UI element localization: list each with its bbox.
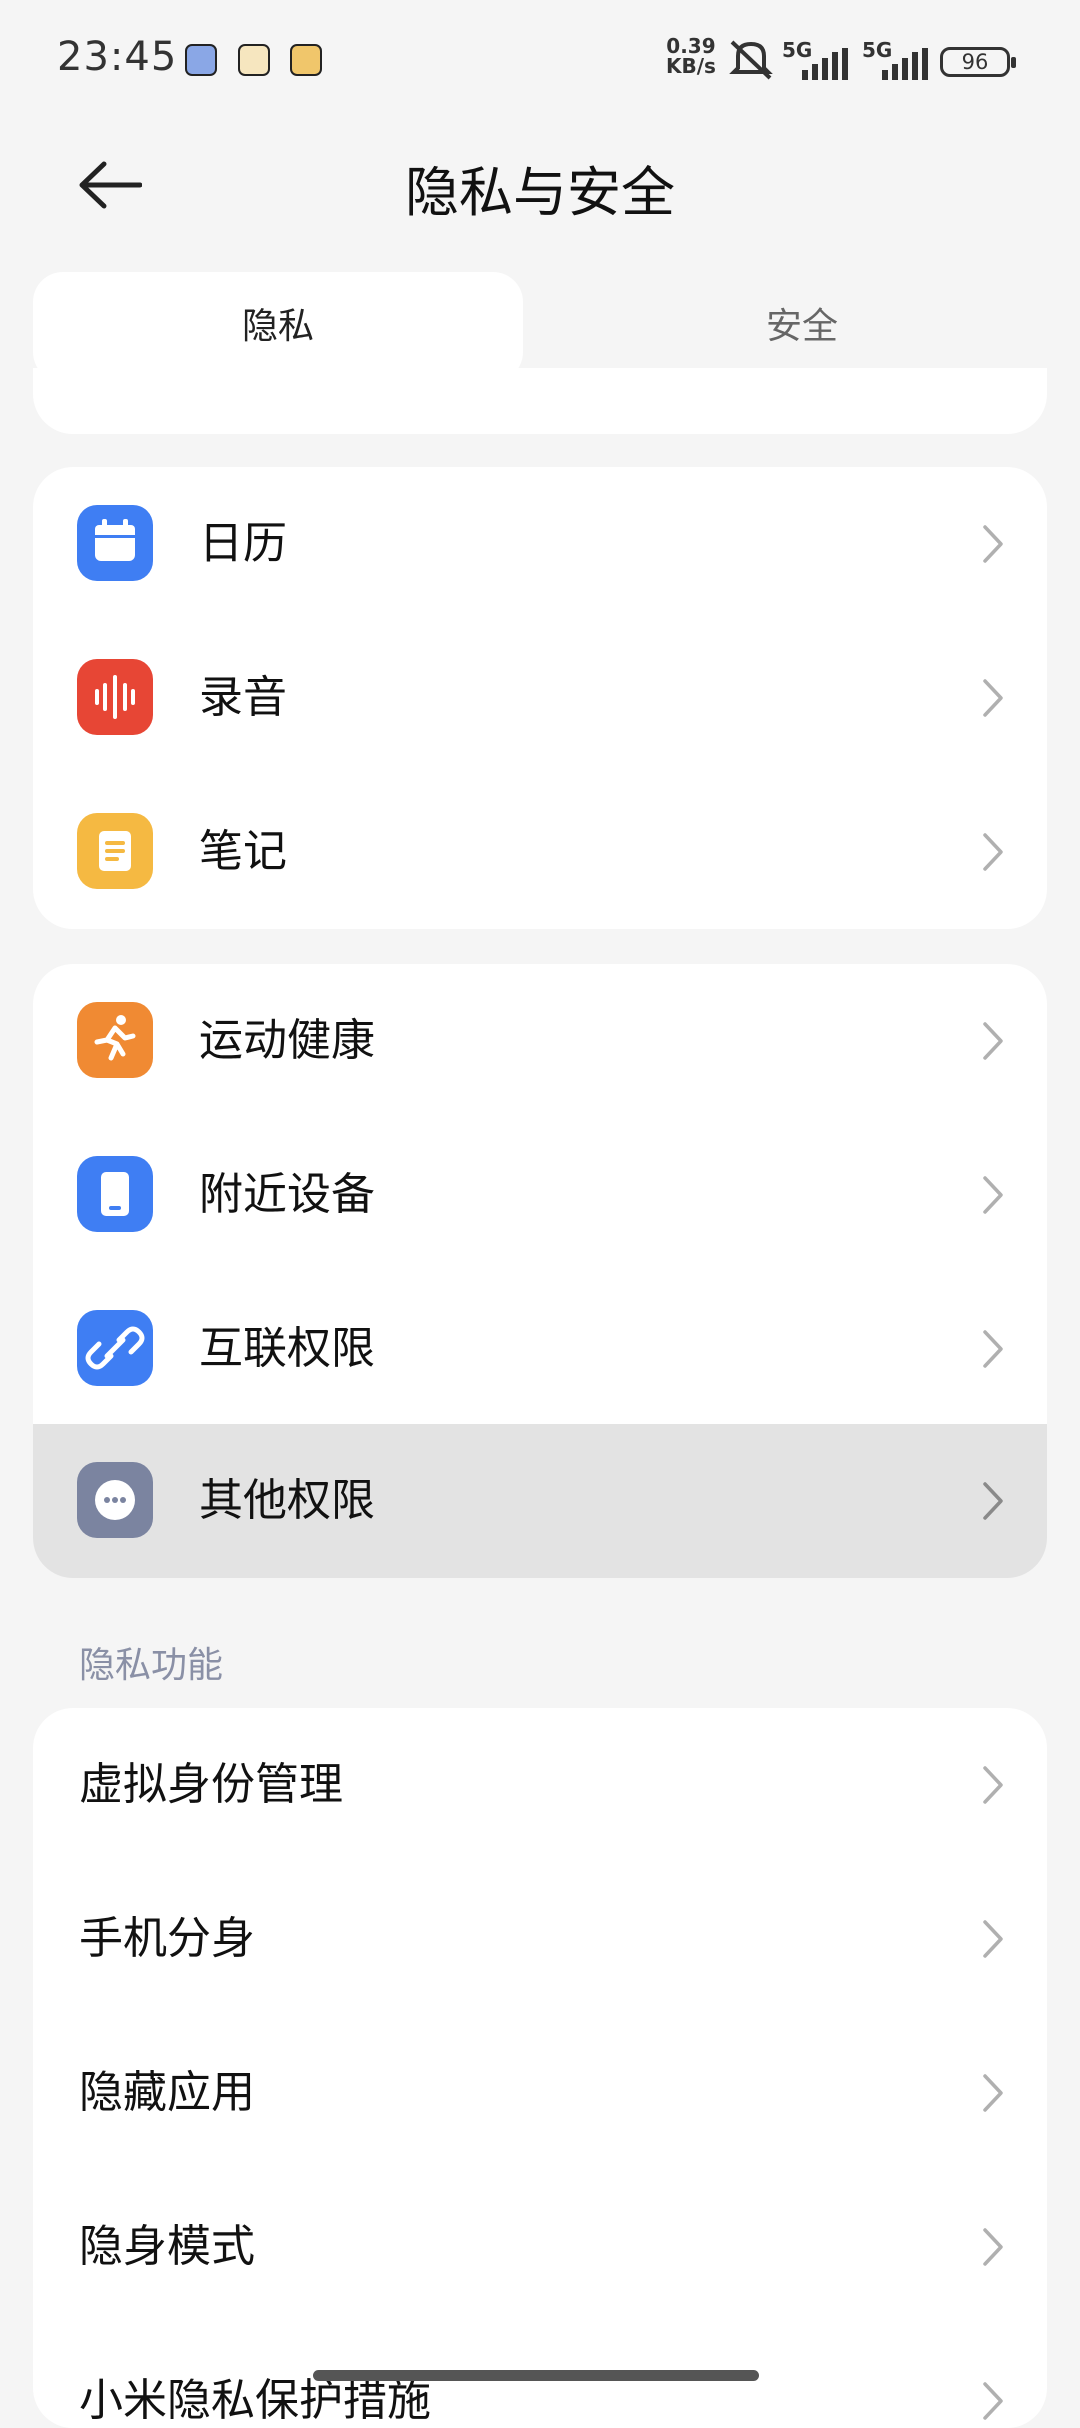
chevron-right-icon: [983, 1330, 1003, 1368]
app-notif-icon-3: [290, 44, 322, 76]
battery-indicator: 96: [940, 47, 1016, 77]
list-item-interconnect[interactable]: 互联权限: [33, 1272, 1047, 1426]
list-item-label: 其他权限: [199, 1475, 375, 1526]
list-item-virtual-identity[interactable]: 虚拟身份管理: [33, 1708, 1047, 1862]
list-item-calendar[interactable]: 日历: [33, 467, 1047, 621]
list-item-hidden-apps[interactable]: 隐藏应用: [33, 2016, 1047, 2170]
list-item-second-space[interactable]: 手机分身: [33, 1862, 1047, 2016]
chevron-right-icon: [983, 525, 1003, 563]
speed-unit: KB/s: [666, 54, 716, 78]
signal-bars-icon: [802, 48, 848, 80]
list-item-label: 互联权限: [199, 1323, 375, 1374]
list-item-incognito-mode[interactable]: 隐身模式: [33, 2170, 1047, 2324]
list-item-notes[interactable]: 笔记: [33, 775, 1047, 929]
list-item-label: 日历: [199, 518, 287, 569]
recorder-icon: [77, 659, 153, 735]
list-item-label: 隐藏应用: [79, 2067, 255, 2118]
chevron-right-icon: [983, 2382, 1003, 2420]
chevron-right-icon: [983, 1022, 1003, 1060]
signal-2: 5G: [862, 38, 932, 82]
list-item-label: 隐身模式: [79, 2221, 255, 2272]
chevron-right-icon: [983, 679, 1003, 717]
list-item-label: 手机分身: [79, 1913, 255, 1964]
tab-security[interactable]: 安全: [557, 272, 1047, 382]
notes-icon: [77, 813, 153, 889]
calendar-icon: [77, 505, 153, 581]
app-notif-icon-1: [185, 44, 217, 76]
status-bar: 23:45 0.39 KB/s 5G 5G 96: [0, 0, 1080, 120]
app-notif-icon-2: [238, 44, 270, 76]
mute-bell-icon: [729, 40, 773, 80]
signal-bars-icon: [882, 48, 928, 80]
list-item-label: 运动健康: [199, 1015, 375, 1066]
list-item-nearby-devices[interactable]: 附近设备: [33, 1118, 1047, 1272]
list-item-label: 虚拟身份管理: [79, 1759, 343, 1810]
chevron-right-icon: [983, 2228, 1003, 2266]
chevron-right-icon: [983, 1482, 1003, 1520]
list-item-recorder[interactable]: 录音: [33, 621, 1047, 775]
page-title: 隐私与安全: [405, 161, 675, 224]
list-item-other-permissions[interactable]: 其他权限: [33, 1424, 1047, 1578]
speed-value: 0.39: [666, 34, 716, 58]
privacy-features-card: 虚拟身份管理 手机分身 隐藏应用 隐身模式 小米隐私保护措施: [33, 1708, 1047, 2428]
tab-privacy[interactable]: 隐私: [33, 272, 523, 382]
nearby-device-icon: [77, 1156, 153, 1232]
list-item-health[interactable]: 运动健康: [33, 964, 1047, 1118]
running-icon: [77, 1002, 153, 1078]
chevron-right-icon: [983, 1176, 1003, 1214]
permission-card-2: 运动健康 附近设备 互联权限 其他权限: [33, 964, 1047, 1578]
list-item-label: 录音: [199, 672, 287, 723]
home-indicator[interactable]: [313, 2370, 759, 2381]
chevron-right-icon: [983, 2074, 1003, 2112]
more-icon: [77, 1462, 153, 1538]
signal-1: 5G: [782, 38, 852, 82]
chevron-right-icon: [983, 1766, 1003, 1804]
chevron-right-icon: [983, 1920, 1003, 1958]
section-title-privacy-features: 隐私功能: [79, 1645, 224, 1686]
list-item-label: 附近设备: [199, 1169, 375, 1220]
list-item-label: 笔记: [199, 826, 287, 877]
link-icon: [77, 1310, 153, 1386]
status-time: 23:45: [57, 34, 178, 80]
chevron-right-icon: [983, 833, 1003, 871]
card-scrolled-off: [33, 368, 1047, 434]
permission-card-1: 日历 录音 笔记: [33, 467, 1047, 929]
network-speed: 0.39 KB/s: [666, 36, 716, 76]
